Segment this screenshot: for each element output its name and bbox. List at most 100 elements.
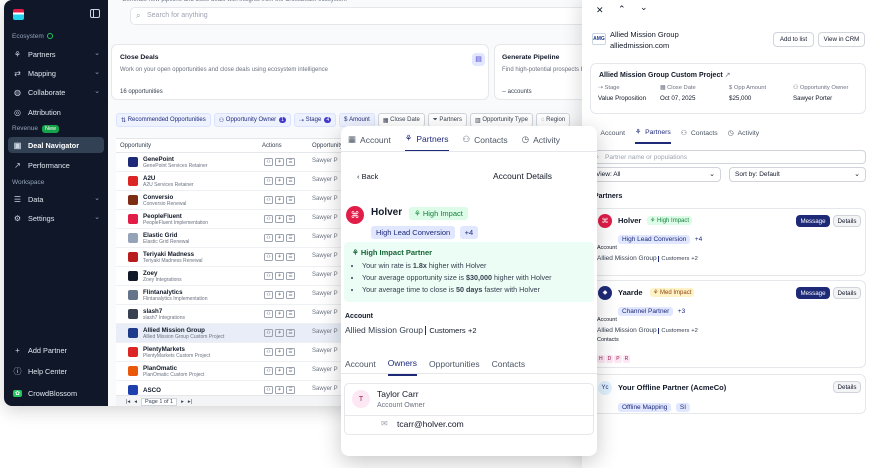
list-action-icon[interactable]: ☰ [286,196,295,204]
contact-action-icon[interactable]: ⚇ [264,386,273,394]
list-action-icon[interactable]: ☰ [286,215,295,223]
tag-more[interactable]: +4 [459,226,479,239]
partner-search-input[interactable]: ⌕ Partner name or populations [590,150,866,164]
sidebar-item-collaborate[interactable]: ◍ Collaborate ⌄ [8,84,104,100]
search-input[interactable]: ⌕ Search for anything [130,7,600,25]
table-row[interactable]: Flintanalytics Flintanalytics Implementat… [116,286,356,305]
list-action-icon[interactable]: ☰ [286,177,295,185]
workspace-switcher[interactable]: ✿ CrowdBlossom [8,385,104,401]
partner-action-icon[interactable]: ⚘ [275,386,284,394]
opportunity-title[interactable]: Allied Mission Group Custom Project ↗ [599,71,731,79]
list-action-icon[interactable]: ☰ [286,386,295,394]
tab-contacts[interactable]: ⚇ Contacts [681,129,718,143]
contact-action-icon[interactable]: ⚇ [264,348,273,356]
message-button[interactable]: Message [796,215,830,227]
partner-action-icon[interactable]: ⚘ [275,253,284,261]
table-row[interactable]: Teriyaki Madness Teriyaki Madness Renewal… [116,248,356,267]
partner-action-icon[interactable]: ⚘ [275,158,284,166]
tab-account[interactable]: ▦Account [348,134,391,151]
list-action-icon[interactable]: ☰ [286,272,295,280]
chevron-down-icon[interactable]: ⌄ [640,2,648,13]
tab-activity[interactable]: ◷ Activity [728,129,759,143]
partner-action-icon[interactable]: ⚘ [275,310,284,318]
partner-action-icon[interactable]: ⚘ [275,272,284,280]
table-row[interactable]: Allied Mission Group Allied Mission Group… [116,324,356,343]
sidebar-item-mapping[interactable]: ⇄ Mapping ⌄ [8,65,104,81]
next-page-icon[interactable]: ▸ [181,399,184,405]
sidebar-item-deal-navigator[interactable]: ▣ Deal Navigator [8,137,104,153]
list-action-icon[interactable]: ☰ [286,291,295,299]
contact-chip[interactable]: P [614,355,622,363]
filter-opportunity-type[interactable]: ▥ Opportunity Type [470,113,533,127]
table-row[interactable]: Zoey Zoey Integrations ⚇ ⚘ ☰ Sawyer P [116,267,356,286]
contact-action-icon[interactable]: ⚇ [264,367,273,375]
details-button[interactable]: Details [833,287,861,299]
contact-action-icon[interactable]: ⚇ [264,253,273,261]
list-action-icon[interactable]: ☰ [286,253,295,261]
filter-partners[interactable]: ⏷ Partners [427,113,467,127]
partner-action-icon[interactable]: ⚘ [275,215,284,223]
list-action-icon[interactable]: ☰ [286,348,295,356]
partner-action-icon[interactable]: ⚘ [275,196,284,204]
list-action-icon[interactable]: ☰ [286,158,295,166]
company-domain[interactable]: alliedmission.com [610,41,669,50]
details-button[interactable]: Details [833,215,861,227]
contact-action-icon[interactable]: ⚇ [264,291,273,299]
filter-stage[interactable]: ⇢ Stage 4 [293,113,337,127]
list-action-icon[interactable]: ☰ [286,234,295,242]
partner-card-offline[interactable]: Yc Your Offline Partner (AcmeCo) Offline… [590,374,866,414]
table-row[interactable]: slash7 slash7 Integrations ⚇ ⚘ ☰ Sawyer P [116,305,356,324]
contact-action-icon[interactable]: ⚇ [264,310,273,318]
close-icon[interactable]: ✕ [596,5,604,16]
contact-action-icon[interactable]: ⚇ [264,177,273,185]
contact-action-icon[interactable]: ⚇ [264,329,273,337]
partner-action-icon[interactable]: ⚘ [275,291,284,299]
list-action-icon[interactable]: ☰ [286,310,295,318]
partner-card-holver[interactable]: ⌘ Holver ⚘ High Impact High Lead Convers… [590,208,866,276]
contact-chip[interactable]: H [597,355,605,363]
sidebar-item-data[interactable]: ☰ Data ⌄ [8,191,104,207]
sidebar-item-partners[interactable]: ⚘ Partners ⌄ [8,46,104,62]
filter-close-date[interactable]: ▦ Close Date [377,113,425,127]
table-row[interactable]: A2U A2U Services Retainer ⚇ ⚘ ☰ Sawyer P [116,172,356,191]
add-partner-button[interactable]: + Add Partner [8,342,104,358]
close-deals-card[interactable]: Close Deals Work on your open opportunit… [111,44,489,100]
table-row[interactable]: Elastic Grid Elastic Grid Renewal ⚇ ⚘ ☰ Sawye… [116,229,356,248]
contact-chip[interactable]: R [622,355,631,363]
prev-page-icon[interactable]: ◂ [134,399,137,405]
chevron-up-icon[interactable]: ⌃ [618,4,626,15]
col-opportunity-owner[interactable]: Opportunity [312,143,343,149]
table-row[interactable]: GenePoint GenePoint Services Retainer ⚇ ⚘ ☰ S… [116,153,356,172]
filter-amount[interactable]: $ Amount [339,113,375,127]
contact-action-icon[interactable]: ⚇ [264,196,273,204]
add-to-list-button[interactable]: Add to list [773,32,814,47]
sidebar-item-settings[interactable]: ⚙ Settings ⌄ [8,210,104,226]
view-select[interactable]: View: All ⌄ [590,167,721,182]
partner-action-icon[interactable]: ⚘ [275,177,284,185]
partner-action-icon[interactable]: ⚘ [275,234,284,242]
table-row[interactable]: PlanOmatic PlanOmatic Custom Project ⚇ ⚘ ☰ Sa… [116,362,356,381]
tab-partners[interactable]: ⚘ Partners [404,133,449,152]
filter-owner[interactable]: ⚇ Opportunity Owner 1 [213,113,291,127]
back-button[interactable]: ‹ Back [357,172,378,181]
tab-partners[interactable]: ⚘ Partners [634,128,671,144]
contact-chip[interactable]: D [605,355,614,363]
contact-action-icon[interactable]: ⚇ [264,234,273,242]
contact-action-icon[interactable]: ⚇ [264,158,273,166]
partner-card-yaarde[interactable]: ◆ Yaarde ⚘ Med Impact Channel Partner +3… [590,280,866,368]
table-row[interactable]: Conversio Conversio Renewal ⚇ ⚘ ☰ Sawyer P [116,191,356,210]
tab-activity[interactable]: ◷ Activity [522,134,560,151]
owner-email[interactable]: tcarr@holver.com [397,419,464,429]
filter-region[interactable]: ◌ Region [535,113,571,127]
table-row[interactable]: PeopleFluent PeopleFluent Implementation ⚇… [116,210,356,229]
tab-contacts[interactable]: ⚇ Contacts [463,134,508,151]
collapse-sidebar-icon[interactable] [90,9,100,18]
partner-action-icon[interactable]: ⚘ [275,367,284,375]
population-more[interactable]: +2 [468,326,477,335]
sort-select[interactable]: Sort by: Default ⌄ [729,167,866,182]
sidebar-item-performance[interactable]: ↗ Performance [8,157,104,173]
col-opportunity[interactable]: Opportunity [120,143,262,149]
details-button[interactable]: Details [833,381,861,393]
list-action-icon[interactable]: ☰ [286,329,295,337]
contact-action-icon[interactable]: ⚇ [264,272,273,280]
